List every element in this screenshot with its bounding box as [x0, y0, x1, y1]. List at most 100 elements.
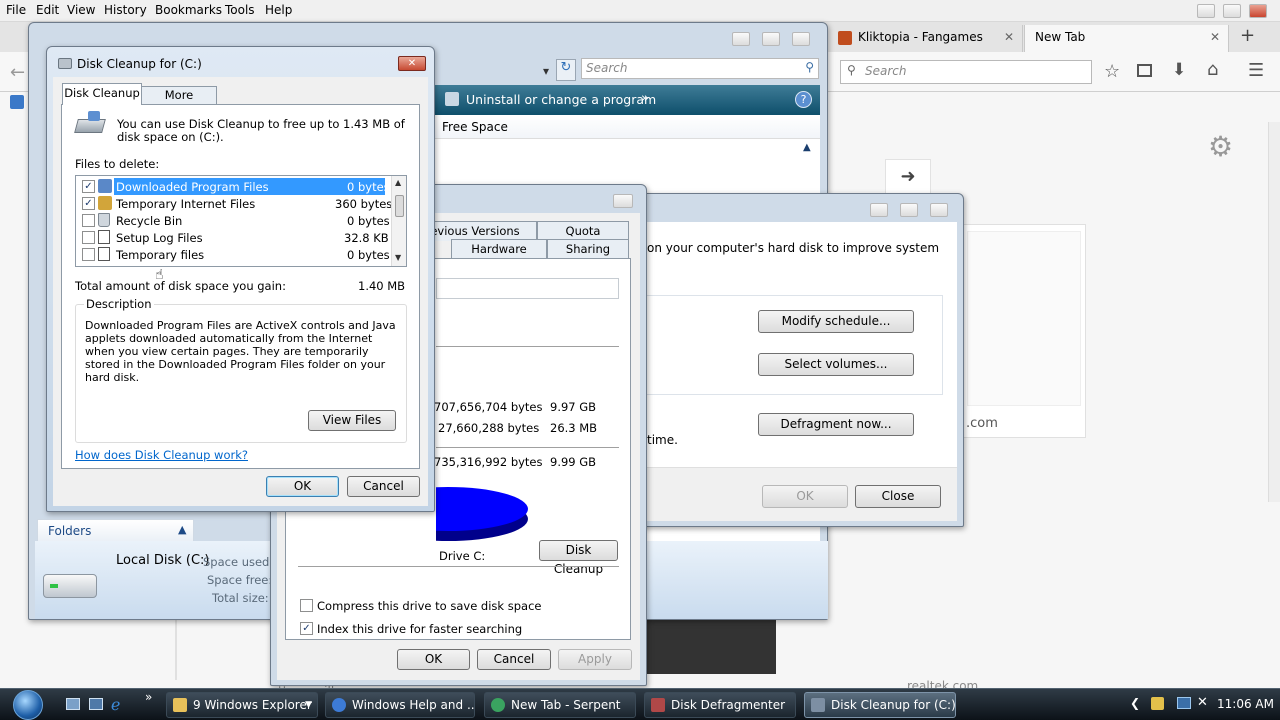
- browser-minimize-button[interactable]: [1197, 4, 1215, 18]
- clock[interactable]: 11:06 AM: [1217, 697, 1274, 711]
- refresh-icon[interactable]: ↻: [556, 59, 576, 81]
- list-item[interactable]: Temporary files 0 bytes: [76, 246, 395, 263]
- tab-new-tab-label: New Tab: [1035, 30, 1086, 44]
- tile-realtek[interactable]: .com: [962, 224, 1086, 438]
- quicklaunch-chevron-icon[interactable]: »: [145, 690, 152, 704]
- disk-cleanup-cancel-button[interactable]: Cancel: [347, 476, 420, 497]
- defrag-close-dialog-button[interactable]: Close: [855, 485, 941, 508]
- defragment-now-button[interactable]: Defragment now...: [758, 413, 914, 436]
- more-commands-chevron-icon[interactable]: »: [641, 91, 649, 106]
- tab-sharing[interactable]: Sharing: [547, 239, 629, 259]
- files-scrollbar[interactable]: ▲ ▼: [391, 176, 406, 266]
- taskbar-disk-cleanup[interactable]: Disk Cleanup for (C:): [804, 692, 956, 718]
- taskbar-windows-explorer[interactable]: 9 Windows Explorer ▼: [166, 692, 318, 718]
- file-checkbox[interactable]: [82, 231, 95, 244]
- select-volumes-button[interactable]: Select volumes...: [758, 353, 914, 376]
- menu-tools[interactable]: Tools: [225, 3, 255, 17]
- taskbar-windows-help[interactable]: Windows Help and ...: [325, 692, 475, 718]
- tab-quota[interactable]: Quota: [537, 221, 629, 241]
- browser-menubar: File Edit View History Bookmarks Tools H…: [0, 0, 1280, 22]
- how-disk-cleanup-works-link[interactable]: How does Disk Cleanup work?: [75, 448, 248, 462]
- files-listbox[interactable]: ✓ Downloaded Program Files 0 bytes ✓ Tem…: [75, 175, 407, 267]
- tab-more-options[interactable]: More Options: [141, 86, 217, 118]
- drive-name-input[interactable]: [436, 278, 619, 299]
- new-tab-button[interactable]: +: [1240, 25, 1255, 46]
- browser-search-input[interactable]: ⚲ Search: [840, 60, 1092, 84]
- file-checkbox[interactable]: ✓: [82, 197, 95, 210]
- menu-bookmarks[interactable]: Bookmarks: [155, 3, 222, 17]
- description-label: Description: [84, 297, 154, 311]
- menu-view[interactable]: View: [67, 3, 95, 17]
- download-icon[interactable]: ⬇: [1172, 60, 1186, 80]
- explorer-search-input[interactable]: Search ⚲: [581, 58, 819, 79]
- taskbar-new-tab-serpent[interactable]: New Tab - Serpent: [484, 692, 636, 718]
- compress-drive-checkbox[interactable]: [300, 599, 313, 612]
- menu-help[interactable]: Help: [265, 3, 292, 17]
- defrag-ok-button[interactable]: OK: [762, 485, 848, 508]
- scroll-down-icon[interactable]: ▼: [395, 253, 401, 262]
- file-checkbox[interactable]: ✓: [82, 180, 95, 193]
- forward-arrow-icon[interactable]: ➜: [885, 159, 931, 195]
- collapse-group-icon[interactable]: ▲: [803, 142, 811, 153]
- scroll-up-icon[interactable]: ▲: [395, 178, 401, 187]
- disk-cleanup-ok-button[interactable]: OK: [266, 476, 339, 497]
- show-desktop-icon[interactable]: [66, 698, 80, 710]
- internet-explorer-icon[interactable]: ℯ: [111, 695, 120, 714]
- switch-windows-icon[interactable]: [89, 698, 103, 710]
- column-free-space[interactable]: Free Space: [442, 120, 508, 134]
- list-item[interactable]: ✓ Temporary Internet Files 360 bytes: [76, 195, 395, 212]
- uninstall-program-link[interactable]: Uninstall or change a program: [466, 92, 656, 107]
- explorer-maximize-button[interactable]: [762, 32, 780, 46]
- scroll-thumb[interactable]: [395, 195, 404, 217]
- page-scrollbar[interactable]: [1268, 122, 1280, 502]
- folders-collapse-icon[interactable]: ▲: [178, 523, 186, 536]
- defrag-close-button[interactable]: [930, 203, 948, 217]
- properties-cancel-button[interactable]: Cancel: [477, 649, 551, 670]
- properties-close-button[interactable]: [613, 194, 633, 208]
- browser-maximize-button[interactable]: [1223, 4, 1241, 18]
- list-item[interactable]: ✓ Downloaded Program Files 0 bytes: [76, 178, 395, 195]
- tab-disk-cleanup[interactable]: Disk Cleanup: [62, 83, 142, 105]
- menu-file[interactable]: File: [6, 3, 26, 17]
- sidebar-bookmark-icon[interactable]: [10, 95, 24, 109]
- tray-safely-remove-icon[interactable]: [1151, 697, 1164, 710]
- group-dropdown-icon[interactable]: ▼: [305, 693, 312, 717]
- file-checkbox[interactable]: [82, 248, 95, 261]
- help-icon[interactable]: ?: [795, 91, 812, 108]
- explorer-minimize-button[interactable]: [732, 32, 750, 46]
- menu-history[interactable]: History: [104, 3, 147, 17]
- disk-cleanup-button[interactable]: Disk Cleanup: [539, 540, 618, 576]
- back-arrow-icon[interactable]: ←: [10, 62, 25, 83]
- tab-kliktopia[interactable]: Kliktopia - Fangames ✕: [828, 25, 1023, 52]
- bookmark-star-icon[interactable]: ☆: [1104, 61, 1120, 82]
- defrag-minimize-button[interactable]: [870, 203, 888, 217]
- tab-close-icon[interactable]: ✕: [1210, 30, 1220, 44]
- tray-expand-icon[interactable]: ❮: [1130, 696, 1140, 710]
- disk-cleanup-close-button[interactable]: ✕: [398, 56, 426, 71]
- list-item[interactable]: Recycle Bin 0 bytes: [76, 212, 395, 229]
- volume-muted-icon[interactable]: ✕: [1197, 695, 1208, 710]
- tab-hardware[interactable]: Hardware: [451, 239, 547, 259]
- properties-apply-button[interactable]: Apply: [558, 649, 632, 670]
- tab-kliktopia-label: Kliktopia - Fangames: [858, 30, 983, 44]
- tab-new-tab[interactable]: New Tab ✕: [1024, 25, 1229, 52]
- reading-list-icon[interactable]: [1137, 64, 1152, 77]
- modify-schedule-button[interactable]: Modify schedule...: [758, 310, 914, 333]
- start-button[interactable]: [4, 688, 52, 720]
- settings-gear-icon[interactable]: ⚙: [1208, 130, 1233, 163]
- list-item[interactable]: Setup Log Files 32.8 KB: [76, 229, 395, 246]
- address-dropdown-icon[interactable]: ▾: [543, 64, 549, 78]
- defrag-maximize-button[interactable]: [900, 203, 918, 217]
- index-drive-checkbox[interactable]: ✓: [300, 622, 313, 635]
- taskbar-disk-defragmenter[interactable]: Disk Defragmenter: [644, 692, 796, 718]
- file-checkbox[interactable]: [82, 214, 95, 227]
- menu-edit[interactable]: Edit: [36, 3, 59, 17]
- view-files-button[interactable]: View Files: [308, 410, 396, 431]
- home-icon[interactable]: ⌂: [1207, 59, 1218, 80]
- browser-close-button[interactable]: [1249, 4, 1267, 18]
- menu-hamburger-icon[interactable]: ☰: [1248, 60, 1264, 81]
- explorer-close-button[interactable]: [792, 32, 810, 46]
- tab-close-icon[interactable]: ✕: [1004, 30, 1014, 44]
- properties-ok-button[interactable]: OK: [397, 649, 470, 670]
- network-icon[interactable]: [1177, 697, 1191, 709]
